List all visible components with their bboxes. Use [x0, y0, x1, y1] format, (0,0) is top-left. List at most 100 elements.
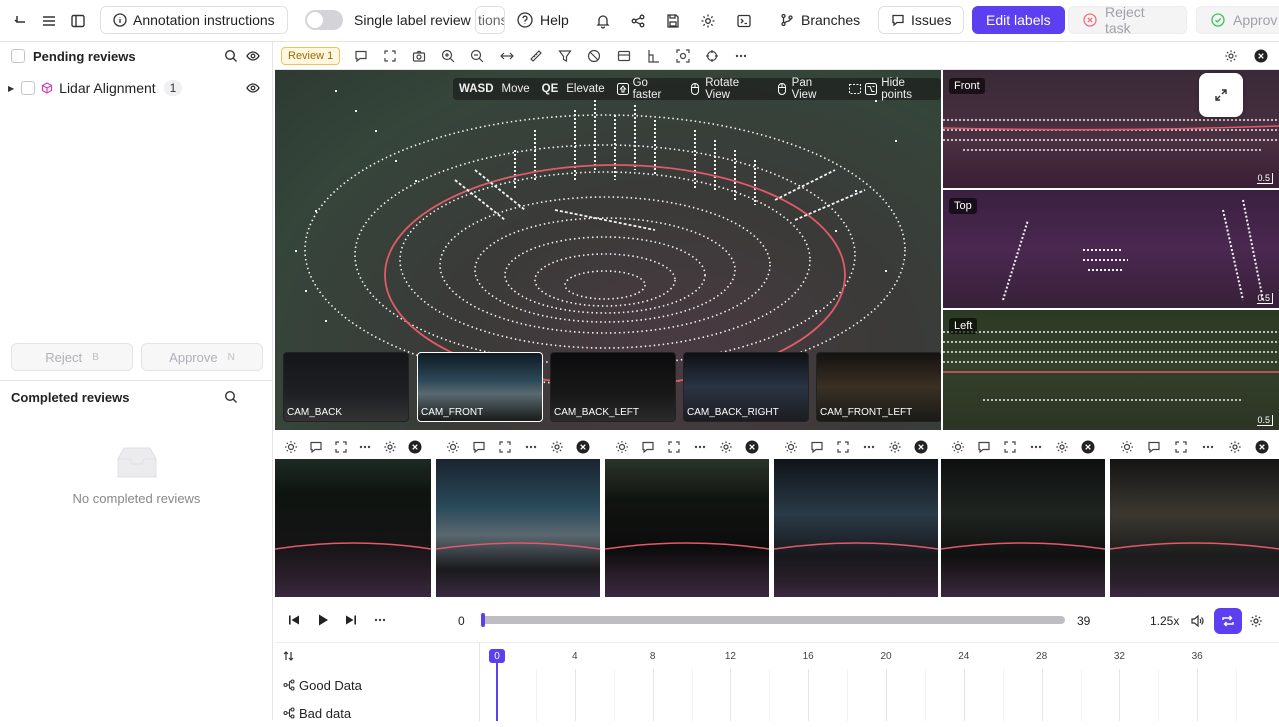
sidebar-toggle-icon[interactable]: [67, 10, 89, 32]
close-icon[interactable]: [914, 440, 928, 454]
more-icon[interactable]: [693, 440, 707, 454]
close-icon[interactable]: [1081, 440, 1095, 454]
comment-icon[interactable]: [977, 440, 991, 454]
track-row[interactable]: Good Data: [275, 671, 1279, 699]
camera-image[interactable]: [774, 459, 938, 597]
undo-icon[interactable]: [10, 10, 32, 32]
comment-icon[interactable]: [472, 440, 486, 454]
camera-thumbnail[interactable]: CAM_FRONT: [417, 352, 543, 422]
axis-icon[interactable]: [645, 48, 661, 64]
terminal-icon[interactable]: [733, 10, 755, 32]
close-icon[interactable]: [576, 440, 590, 454]
search-icon[interactable]: [224, 49, 238, 63]
zoom-in-icon[interactable]: [440, 48, 456, 64]
gear-icon[interactable]: [550, 440, 564, 454]
toggle-switch[interactable]: [305, 10, 343, 30]
more-icon[interactable]: [733, 48, 749, 64]
camera-image[interactable]: [275, 459, 431, 597]
issues-button[interactable]: Issues: [878, 6, 965, 34]
truncated-tab-button[interactable]: tions: [475, 6, 505, 34]
filter-icon[interactable]: [557, 48, 573, 64]
current-frame-marker[interactable]: 0: [489, 649, 505, 663]
playback-handle[interactable]: [481, 613, 485, 627]
fullscreen-icon[interactable]: [498, 440, 512, 454]
camera-image[interactable]: [1110, 459, 1279, 597]
camera-thumbnail[interactable]: CAM_BACK_LEFT: [550, 352, 676, 422]
save-icon[interactable]: [662, 10, 684, 32]
more-icon[interactable]: [358, 440, 372, 454]
skip-forward-icon[interactable]: [345, 614, 357, 626]
playback-scrubber[interactable]: [481, 613, 1065, 627]
play-icon[interactable]: [316, 613, 330, 627]
gear-icon[interactable]: [1228, 440, 1242, 454]
camera-thumbnail[interactable]: CAM_BACK_RIGHT: [683, 352, 809, 422]
comment-icon[interactable]: [641, 440, 655, 454]
frame-icon[interactable]: [616, 48, 632, 64]
sun-icon[interactable]: [951, 440, 965, 454]
eye-icon[interactable]: [246, 49, 260, 63]
lidar-3d-view[interactable]: WASD Move QE Elevate Go faster Rotate View…: [275, 70, 941, 430]
crosshair-icon[interactable]: [704, 48, 720, 64]
fullscreen-icon[interactable]: [836, 440, 850, 454]
gear-icon[interactable]: [1223, 48, 1239, 64]
expand-button[interactable]: [1199, 73, 1243, 117]
target-icon[interactable]: [586, 48, 602, 64]
annotation-instructions-button[interactable]: Annotation instructions: [100, 6, 288, 34]
close-icon[interactable]: [1253, 48, 1269, 64]
fullscreen-icon[interactable]: [334, 440, 348, 454]
tree-item-checkbox[interactable]: [21, 81, 36, 95]
volume-icon[interactable]: [1190, 614, 1204, 628]
gear-icon[interactable]: [719, 440, 733, 454]
gear-icon[interactable]: [697, 10, 719, 32]
reject-task-button[interactable]: Reject task: [1068, 4, 1187, 36]
track-row[interactable]: Bad data: [275, 699, 1279, 727]
camera-icon[interactable]: [411, 48, 427, 64]
left-view-panel[interactable]: Left 0.5: [943, 310, 1279, 430]
branches-button[interactable]: Branches: [780, 6, 860, 34]
camera-panel[interactable]: [941, 435, 1105, 597]
fit-view-icon[interactable]: [382, 48, 398, 64]
more-icon[interactable]: [524, 440, 538, 454]
ruler-icon[interactable]: [528, 48, 544, 64]
sort-icon[interactable]: [283, 650, 295, 662]
speed-selector[interactable]: 1.25x: [1150, 614, 1179, 628]
camera-image[interactable]: [941, 459, 1105, 597]
approve-review-button[interactable]: Approve N: [141, 343, 263, 371]
menu-icon[interactable]: [38, 10, 60, 32]
camera-panel[interactable]: [436, 435, 600, 597]
sun-icon[interactable]: [784, 440, 798, 454]
reject-review-button[interactable]: Reject B: [11, 343, 133, 371]
comment-icon[interactable]: [353, 48, 369, 64]
gear-icon[interactable]: [383, 440, 397, 454]
bell-icon[interactable]: [592, 10, 614, 32]
search-icon[interactable]: [224, 390, 238, 404]
camera-panel[interactable]: [275, 435, 431, 597]
camera-image[interactable]: [436, 459, 600, 597]
single-label-review-toggle[interactable]: Single label review: [305, 6, 471, 34]
more-icon[interactable]: [373, 614, 387, 626]
approve-task-button[interactable]: Approv: [1196, 6, 1279, 34]
fullscreen-icon[interactable]: [667, 440, 681, 454]
tree-item-lidar-alignment[interactable]: ▶ Lidar Alignment 1: [0, 74, 273, 102]
loop-button[interactable]: [1214, 608, 1242, 634]
camera-panel[interactable]: [605, 435, 769, 597]
help-button[interactable]: Help: [517, 6, 569, 34]
gear-icon[interactable]: [888, 440, 902, 454]
eye-icon[interactable]: [246, 81, 260, 95]
camera-thumbnail[interactable]: CAM_FRONT_LEFT: [816, 352, 941, 422]
fullscreen-icon[interactable]: [1003, 440, 1017, 454]
select-all-checkbox[interactable]: [11, 49, 25, 63]
sun-icon[interactable]: [1120, 440, 1134, 454]
close-icon[interactable]: [745, 440, 759, 454]
more-icon[interactable]: [862, 440, 876, 454]
gear-icon[interactable]: [1055, 440, 1069, 454]
camera-panel[interactable]: [774, 435, 938, 597]
focus-icon[interactable]: [675, 48, 691, 64]
close-icon[interactable]: [408, 440, 422, 454]
share-icon[interactable]: [627, 10, 649, 32]
comment-icon[interactable]: [309, 440, 323, 454]
camera-thumbnail[interactable]: CAM_BACK: [283, 352, 409, 422]
sun-icon[interactable]: [615, 440, 629, 454]
close-icon[interactable]: [1255, 440, 1269, 454]
more-icon[interactable]: [1201, 440, 1215, 454]
